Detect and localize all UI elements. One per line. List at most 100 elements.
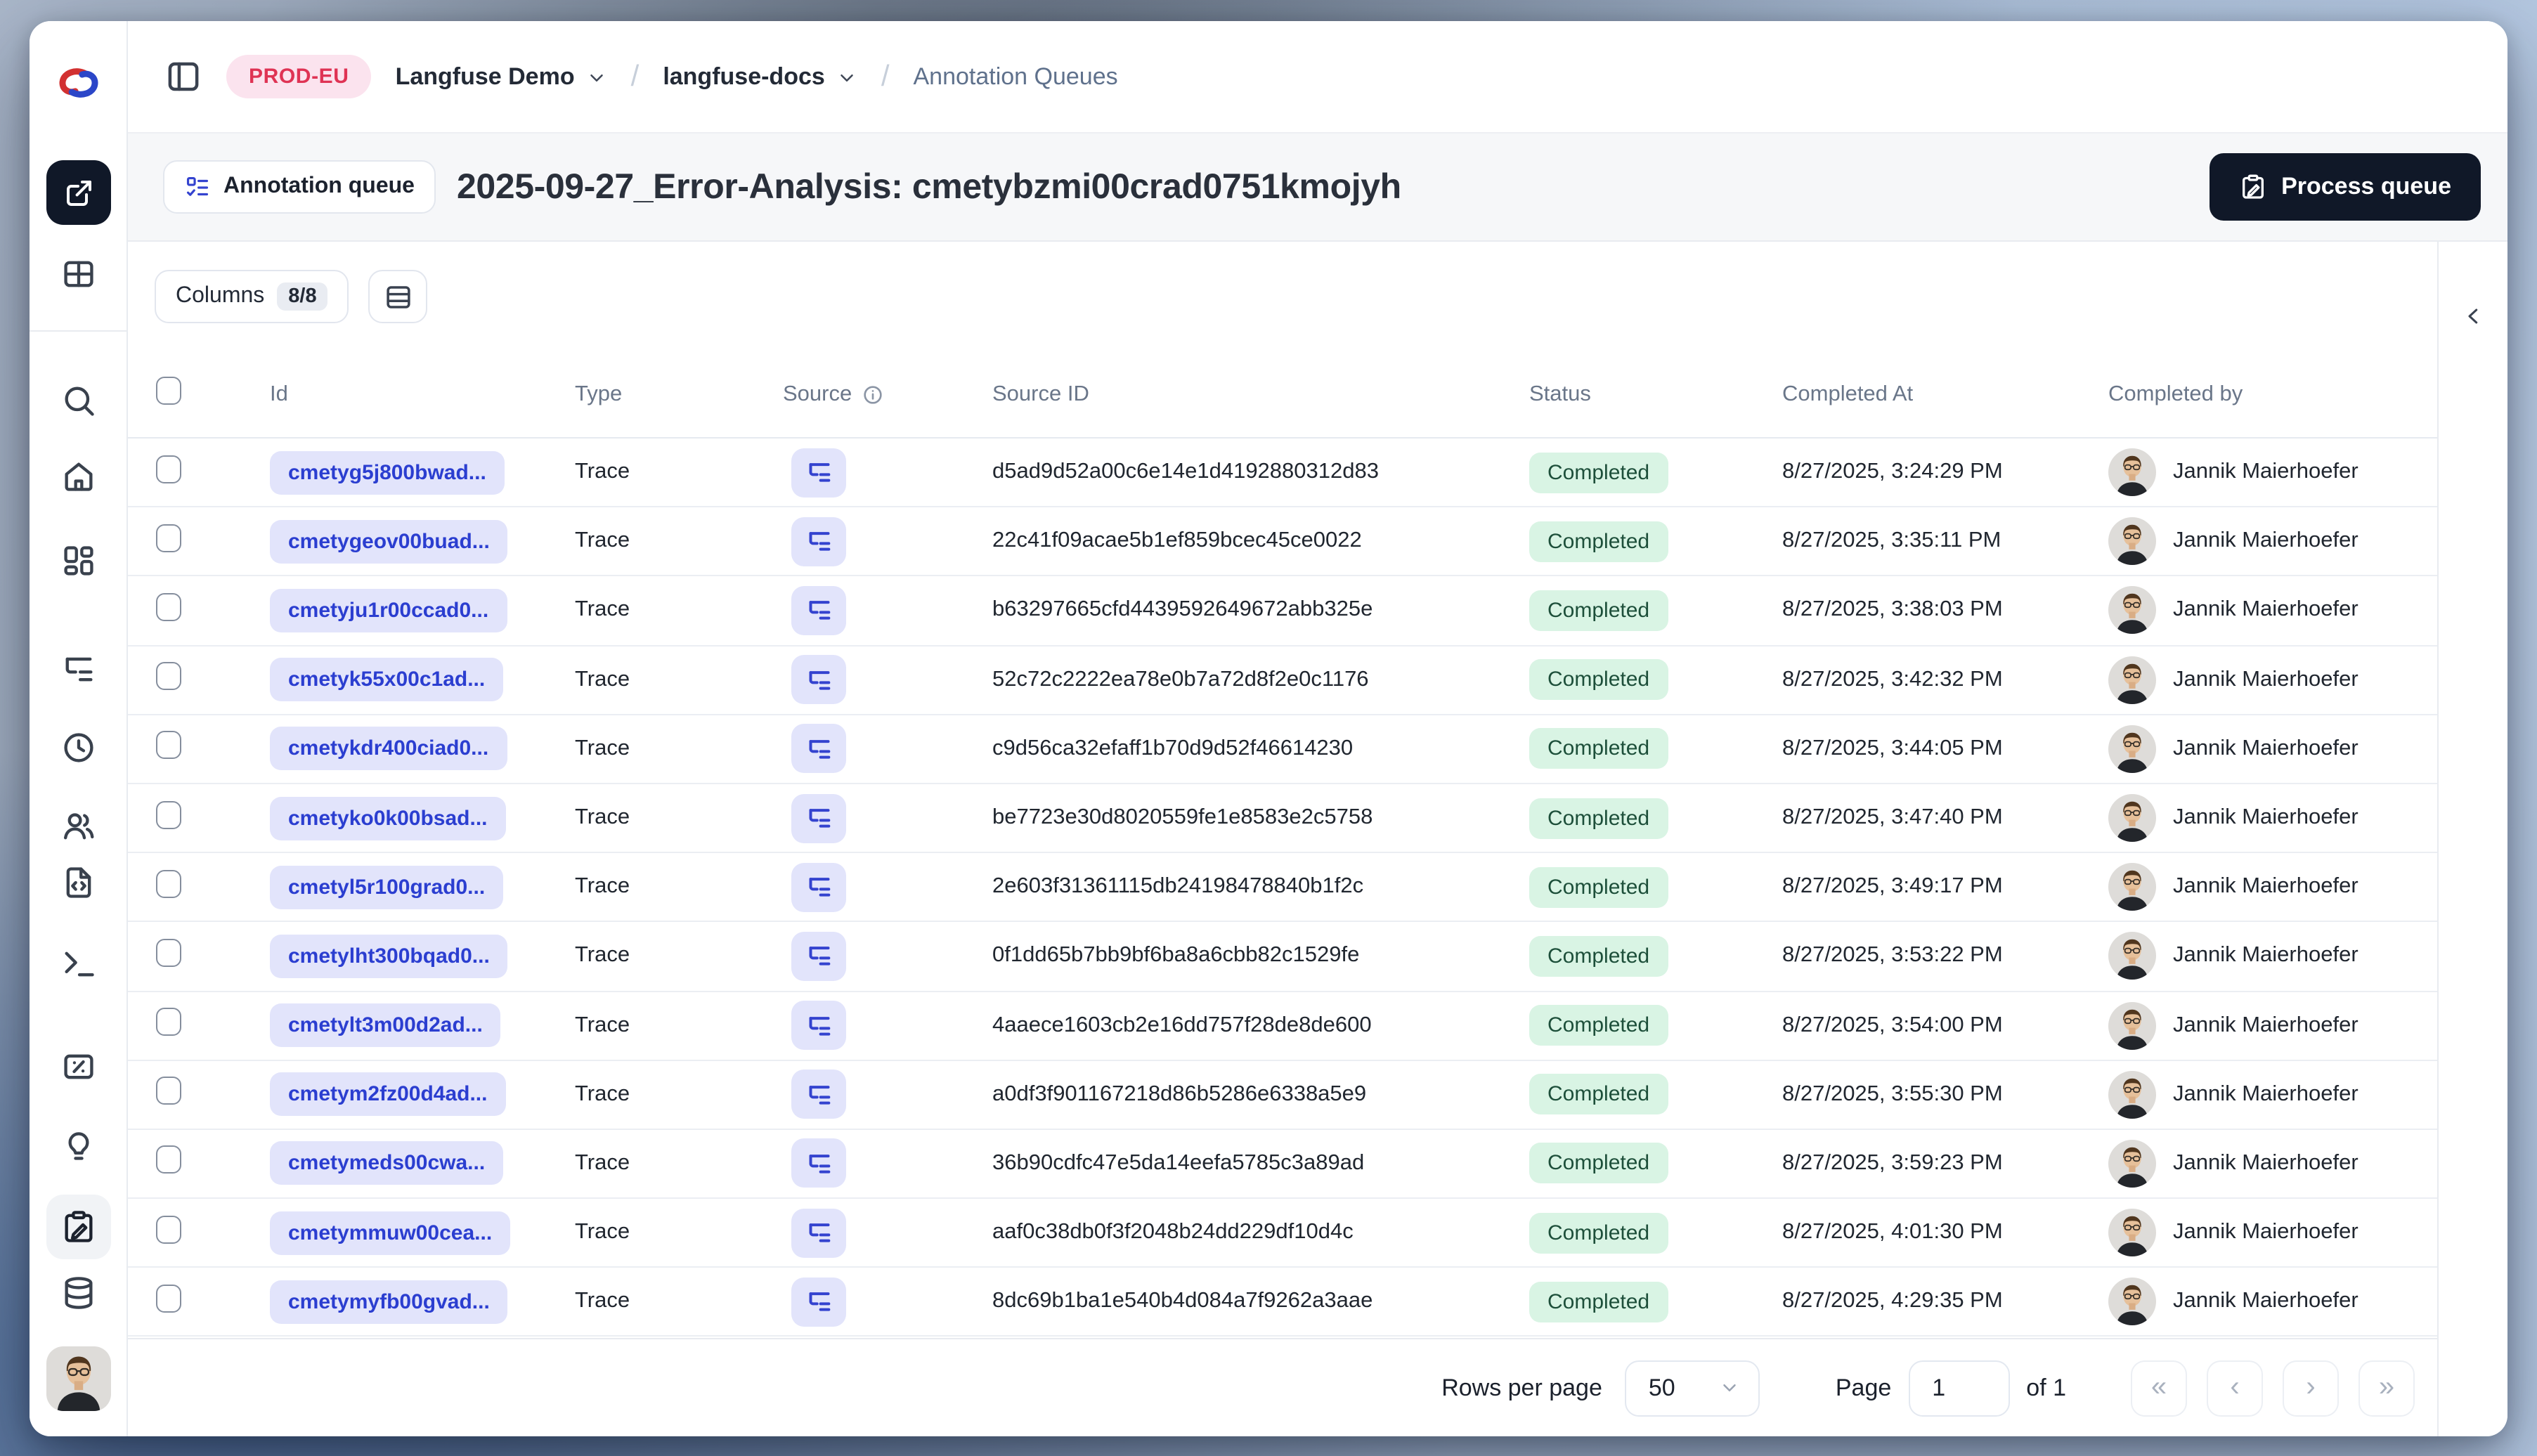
- project-switcher[interactable]: langfuse-docs: [663, 63, 857, 91]
- row-id-link[interactable]: cmetygeov00buad...: [270, 519, 508, 564]
- table-row[interactable]: cmetymyfb00gvad... Trace 8dc69b1ba1e540b…: [128, 1268, 2437, 1337]
- table-row[interactable]: cmetymeds00cwa... Trace 36b90cdfc47e5da1…: [128, 1130, 2437, 1200]
- column-header-source-id[interactable]: Source ID: [992, 382, 1529, 407]
- row-checkbox[interactable]: [156, 592, 181, 621]
- open-trace-button[interactable]: [791, 1070, 846, 1119]
- clock-icon: [64, 733, 93, 762]
- row-id-link[interactable]: cmetyk55x00c1ad...: [270, 658, 504, 702]
- table-row[interactable]: cmetyl5r100grad0... Trace 2e603f31361115…: [128, 853, 2437, 923]
- open-trace-button[interactable]: [791, 1277, 846, 1327]
- column-header-completed-at[interactable]: Completed At: [1782, 382, 2108, 407]
- sidebar-item-evaluation[interactable]: [46, 1034, 111, 1099]
- org-switcher[interactable]: Langfuse Demo: [396, 63, 607, 91]
- sidebar-item-home[interactable]: [46, 444, 111, 509]
- open-trace-button[interactable]: [791, 655, 846, 705]
- column-header-completed-by[interactable]: Completed by: [2108, 382, 2437, 407]
- first-page-button[interactable]: «: [2131, 1360, 2187, 1416]
- row-id-link[interactable]: cmetykdr400ciad0...: [270, 727, 507, 771]
- open-trace-button[interactable]: [791, 1001, 846, 1051]
- column-header-id[interactable]: Id: [270, 382, 575, 407]
- column-header-source[interactable]: Source: [783, 382, 992, 407]
- row-id-link[interactable]: cmetym2fz00d4ad...: [270, 1072, 506, 1117]
- table-row[interactable]: cmetylht300bqad0... Trace 0f1dd65b7bb9bf…: [128, 923, 2437, 992]
- sidebar-item-external-link[interactable]: [46, 160, 111, 225]
- column-header-type[interactable]: Type: [575, 382, 783, 407]
- open-trace-button[interactable]: [791, 516, 846, 566]
- sidebar-item-search[interactable]: [46, 368, 111, 433]
- row-completed-at: 8/27/2025, 3:53:22 PM: [1782, 943, 2003, 968]
- row-checkbox[interactable]: [156, 800, 181, 829]
- row-completed-at: 8/27/2025, 3:42:32 PM: [1782, 667, 2003, 691]
- row-id-link[interactable]: cmetyju1r00ccad0...: [270, 588, 507, 632]
- open-trace-button[interactable]: [791, 1208, 846, 1258]
- sidebar-item-dashboards[interactable]: [46, 528, 111, 593]
- next-page-button[interactable]: ›: [2283, 1360, 2339, 1416]
- sidebar-item-insights[interactable]: [46, 1113, 111, 1178]
- table-row[interactable]: cmetym2fz00d4ad... Trace a0df3f901167218…: [128, 1060, 2437, 1130]
- row-completed-by: Jannik Maierhoefer: [2173, 1220, 2358, 1244]
- row-checkbox[interactable]: [156, 938, 181, 967]
- sidebar-item-tracing[interactable]: [46, 637, 111, 701]
- sidebar-item-datasets[interactable]: [46, 1261, 111, 1325]
- open-trace-button[interactable]: [791, 724, 846, 774]
- column-header-status[interactable]: Status: [1529, 382, 1782, 407]
- table-row[interactable]: cmetykdr400ciad0... Trace c9d56ca32efaff…: [128, 715, 2437, 784]
- open-trace-button[interactable]: [791, 931, 846, 981]
- row-checkbox[interactable]: [156, 455, 181, 483]
- completed-by-avatar: [2108, 518, 2156, 566]
- completed-by-avatar: [2108, 794, 2156, 842]
- sidebar-item-playground[interactable]: [46, 932, 111, 996]
- row-checkbox[interactable]: [156, 869, 181, 898]
- previous-page-button[interactable]: ‹: [2207, 1360, 2263, 1416]
- last-page-button[interactable]: »: [2358, 1360, 2415, 1416]
- row-checkbox[interactable]: [156, 662, 181, 691]
- row-checkbox[interactable]: [156, 1008, 181, 1036]
- row-checkbox[interactable]: [156, 1284, 181, 1313]
- sidebar-item-users[interactable]: [46, 794, 111, 859]
- sidebar-toggle-button[interactable]: [164, 58, 202, 96]
- row-id-link[interactable]: cmetyl5r100grad0...: [270, 865, 504, 909]
- sidebar-item-annotation-queues[interactable]: [46, 1195, 111, 1259]
- page-number-input[interactable]: [1908, 1360, 2010, 1416]
- status-badge: Completed: [1529, 728, 1668, 769]
- table-row[interactable]: cmetymmuw00cea... Trace aaf0c38db0f3f204…: [128, 1199, 2437, 1268]
- table-row[interactable]: cmetyg5j800bwad... Trace d5ad9d52a00c6e1…: [128, 438, 2437, 508]
- sidebar-item-sessions[interactable]: [46, 715, 111, 780]
- open-trace-button[interactable]: [791, 585, 846, 635]
- row-checkbox[interactable]: [156, 1215, 181, 1244]
- row-id-link[interactable]: cmetymyfb00gvad...: [270, 1280, 508, 1324]
- table-row[interactable]: cmetyju1r00ccad0... Trace b63297665cfd44…: [128, 577, 2437, 646]
- chevron-down-icon: [1723, 1384, 1736, 1391]
- open-trace-button[interactable]: [791, 862, 846, 912]
- row-id-link[interactable]: cmetylt3m00d2ad...: [270, 1003, 501, 1048]
- row-checkbox[interactable]: [156, 1145, 181, 1174]
- select-all-checkbox[interactable]: [156, 377, 181, 405]
- open-trace-button[interactable]: [791, 448, 846, 498]
- row-id-link[interactable]: cmetymmuw00cea...: [270, 1211, 511, 1255]
- row-id-link[interactable]: cmetyko0k00bsad...: [270, 796, 506, 840]
- expand-panel-button[interactable]: [2449, 292, 2497, 340]
- row-id-link[interactable]: cmetyg5j800bwad...: [270, 450, 505, 495]
- row-source-id: b63297665cfd4439592649672abb325e: [992, 597, 1373, 622]
- open-trace-button[interactable]: [791, 793, 846, 843]
- row-checkbox[interactable]: [156, 1077, 181, 1105]
- table-row[interactable]: cmetyko0k00bsad... Trace be7723e30d80205…: [128, 784, 2437, 854]
- row-id-link[interactable]: cmetylht300bqad0...: [270, 934, 508, 978]
- row-id-link[interactable]: cmetymeds00cwa...: [270, 1141, 504, 1185]
- user-avatar[interactable]: [46, 1346, 111, 1411]
- row-completed-at: 8/27/2025, 3:54:00 PM: [1782, 1013, 2003, 1037]
- sidebar-item-prompts[interactable]: [46, 850, 111, 915]
- open-trace-button[interactable]: [791, 1138, 846, 1188]
- sidebar-item-table[interactable]: [46, 242, 111, 306]
- table-row[interactable]: cmetylt3m00d2ad... Trace 4aaece1603cb2e1…: [128, 992, 2437, 1061]
- process-queue-button[interactable]: Process queue: [2210, 153, 2481, 221]
- table-row[interactable]: cmetyk55x00c1ad... Trace 52c72c2222ea78e…: [128, 646, 2437, 715]
- row-checkbox[interactable]: [156, 731, 181, 760]
- row-completed-at: 8/27/2025, 4:01:30 PM: [1782, 1220, 2003, 1244]
- row-height-button[interactable]: [368, 270, 428, 323]
- columns-button[interactable]: Columns 8/8: [155, 270, 349, 323]
- rows-per-page-select[interactable]: 50: [1624, 1360, 1760, 1416]
- row-completed-at: 8/27/2025, 3:44:05 PM: [1782, 736, 2003, 760]
- table-row[interactable]: cmetygeov00buad... Trace 22c41f09acae5b1…: [128, 507, 2437, 577]
- row-checkbox[interactable]: [156, 524, 181, 552]
